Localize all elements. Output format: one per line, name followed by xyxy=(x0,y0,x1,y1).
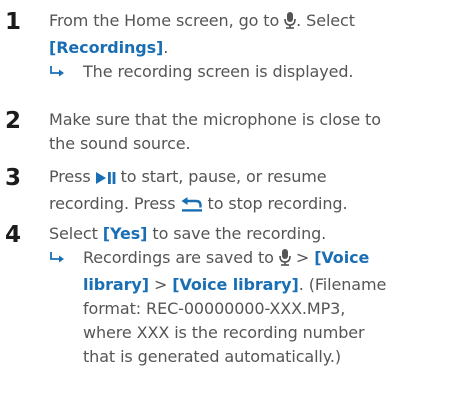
step-text: Select xyxy=(49,224,98,243)
step-result: The recording screen is displayed. xyxy=(49,60,449,84)
step-text: to save the recording. xyxy=(152,224,327,243)
result-text: where XXX is the recording number xyxy=(83,323,365,342)
step-number: 4 xyxy=(5,222,22,248)
step-line: Press to start, pause, or resume xyxy=(49,165,449,192)
back-arrow-icon xyxy=(181,195,203,219)
result-text: . (Filename xyxy=(298,275,387,294)
step-line: [Recordings]. xyxy=(49,36,449,60)
step-text: the sound source. xyxy=(49,134,191,153)
result-text: format: REC-00000000-XXX.MP3, xyxy=(83,299,346,318)
voice-library-label: [Voice library] xyxy=(172,275,299,294)
step-text: recording. Press xyxy=(49,194,176,213)
step-body: From the Home screen, go to . Select [Re… xyxy=(49,9,449,84)
result-text: The recording screen is displayed. xyxy=(83,62,354,81)
step-body: Make sure that the microphone is close t… xyxy=(49,108,449,156)
step-number: 2 xyxy=(5,108,22,134)
step-text: From the Home screen, go to xyxy=(49,11,280,30)
step-body: Select [Yes] to save the recording. Reco… xyxy=(49,222,449,369)
yes-option-label: [Yes] xyxy=(102,224,148,243)
result-line: library] > [Voice library]. (Filename xyxy=(83,273,449,297)
result-arrow-icon xyxy=(49,60,67,91)
step-text: Make sure that the microphone is close t… xyxy=(49,110,381,129)
result-text: > xyxy=(295,248,310,267)
step-line: Select [Yes] to save the recording. xyxy=(49,222,449,246)
step-result: Recordings are saved to > [Voice library… xyxy=(49,246,449,369)
play-pause-icon xyxy=(95,168,116,192)
result-text: > xyxy=(153,275,168,294)
result-arrow-icon xyxy=(49,246,67,277)
step-number: 3 xyxy=(5,165,22,191)
step-text: to stop recording. xyxy=(207,194,348,213)
voice-library-label: [Voice xyxy=(314,248,370,267)
result-text: that is generated automatically.) xyxy=(83,347,341,366)
microphone-icon xyxy=(279,249,291,273)
microphone-icon xyxy=(284,12,296,36)
step-text: Press xyxy=(49,167,91,186)
step-text: to start, pause, or resume xyxy=(120,167,327,186)
result-text: Recordings are saved to xyxy=(83,248,274,267)
step-text: . Select xyxy=(296,11,355,30)
recordings-menu-label: [Recordings] xyxy=(49,38,164,57)
result-line: Recordings are saved to > [Voice xyxy=(83,246,449,273)
step-body: Press to start, pause, or resume recordi… xyxy=(49,165,449,219)
step-line: From the Home screen, go to . Select xyxy=(49,9,449,36)
voice-library-label: library] xyxy=(83,275,149,294)
step-number: 1 xyxy=(5,9,22,35)
step-line: recording. Press to stop recording. xyxy=(49,192,449,219)
step-text: . xyxy=(163,38,169,57)
